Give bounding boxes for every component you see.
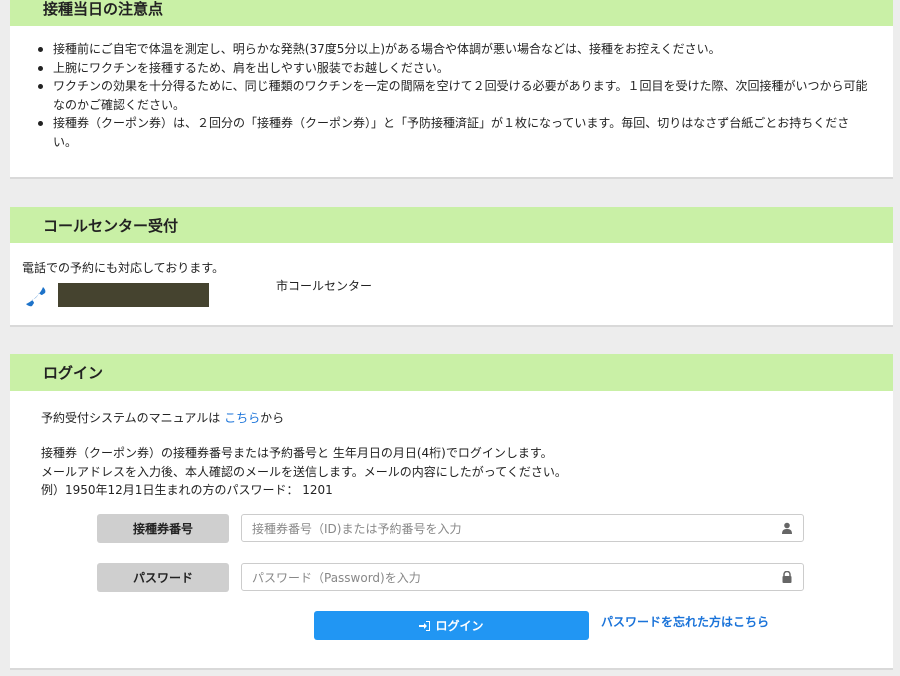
password-label: パスワード	[97, 563, 229, 592]
sign-in-icon	[419, 620, 431, 631]
login-info: 接種券（クーポン券）の接種券番号または予約番号と 生年月日の月日(4桁)でログイ…	[41, 444, 567, 500]
forgot-password-link[interactable]: パスワードを忘れた方はこちら	[601, 613, 769, 630]
lock-icon	[782, 571, 792, 583]
notes-item: 接種券（クーポン券）は、２回分の「接種券（クーポン券）」と「予防接種済証」が１枚…	[10, 114, 893, 151]
user-icon	[782, 522, 792, 534]
login-button[interactable]: ログイン	[314, 611, 589, 640]
notes-item: 上腕にワクチンを接種するため、肩を出しやすい服装でお越しください。	[10, 59, 893, 78]
redacted-phone-number	[58, 283, 209, 307]
info-line: 接種券（クーポン券）の接種券番号または予約番号と 生年月日の月日(4桁)でログイ…	[41, 446, 553, 460]
login-title: ログイン	[10, 354, 893, 391]
password-placeholder: パスワード（Password)を入力	[252, 570, 421, 585]
phone-icon	[26, 287, 46, 307]
login-button-label: ログイン	[435, 619, 484, 633]
call-center-title: コールセンター受付	[10, 207, 893, 243]
id-input[interactable]: 接種券番号（ID)または予約番号を入力	[241, 514, 804, 542]
manual-prefix: 予約受付システムのマニュアルは	[41, 411, 221, 425]
call-center-card: コールセンター受付 電話での予約にも対応しております。 市コールセンター	[10, 207, 893, 325]
manual-text: 予約受付システムのマニュアルは こちらから	[41, 409, 284, 426]
manual-suffix: から	[260, 411, 285, 425]
login-card: ログイン 予約受付システムのマニュアルは こちらから 接種券（クーポン券）の接種…	[10, 354, 893, 668]
call-center-text: 電話での予約にも対応しております。	[22, 261, 225, 275]
info-line: 例）1950年12月1日生まれの方のパスワード： 1201	[41, 483, 333, 497]
notes-item: ワクチンの効果を十分得るために、同じ種類のワクチンを一定の間隔を空けて２回受ける…	[10, 77, 893, 114]
call-center-name: 市コールセンター	[276, 279, 373, 293]
notes-card: 接種当日の注意点 接種前にご自宅で体温を測定し、明らかな発熱(37度5分以上)が…	[10, 0, 893, 177]
manual-link[interactable]: こちら	[224, 411, 260, 425]
password-input[interactable]: パスワード（Password)を入力	[241, 563, 804, 591]
notes-title: 接種当日の注意点	[10, 0, 893, 26]
info-line: メールアドレスを入力後、本人確認のメールを送信します。メールの内容にしたがってく…	[41, 464, 567, 479]
notes-list: 接種前にご自宅で体温を測定し、明らかな発熱(37度5分以上)がある場合や体調が悪…	[10, 40, 893, 151]
notes-item: 接種前にご自宅で体温を測定し、明らかな発熱(37度5分以上)がある場合や体調が悪…	[10, 40, 893, 59]
id-label: 接種券番号	[97, 514, 229, 543]
id-placeholder: 接種券番号（ID)または予約番号を入力	[252, 521, 462, 536]
